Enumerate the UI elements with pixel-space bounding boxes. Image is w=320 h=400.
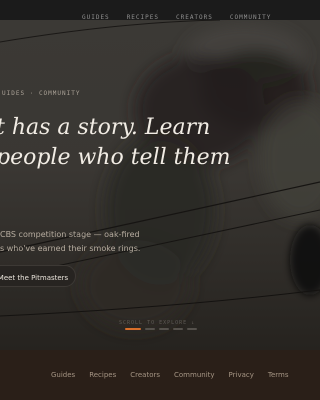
breadcrumb: UIDES · COMMUNITY: [2, 90, 80, 97]
footer-link-privacy[interactable]: Privacy: [229, 371, 254, 379]
slide-dot[interactable]: [173, 328, 183, 330]
slide-dot[interactable]: [145, 328, 155, 330]
slide-indicator: [125, 328, 197, 330]
top-nav: GUIDES RECIPES CREATORS COMMUNITY: [0, 0, 320, 21]
hero-section: UIDES · COMMUNITY t has a story. Learn p…: [0, 20, 320, 350]
smoke-plume-background: [0, 20, 320, 330]
hero-subcopy-line-1: CBS competition stage — oak-fired: [0, 230, 140, 239]
hero-subcopy-line-2: s who've earned their smoke rings.: [0, 244, 141, 253]
top-nav-links: GUIDES RECIPES CREATORS COMMUNITY: [82, 14, 271, 21]
slide-dot[interactable]: [187, 328, 197, 330]
hero-headline-line-1: t has a story. Learn: [0, 115, 211, 140]
footer-links: Guides Recipes Creators Community Privac…: [51, 371, 289, 379]
nav-link-recipes[interactable]: RECIPES: [127, 14, 159, 21]
breadcrumb-guides[interactable]: UIDES: [2, 90, 25, 97]
hero-headline: t has a story. Learn people who tell the…: [0, 113, 231, 173]
breadcrumb-separator: ·: [29, 90, 35, 97]
footer-link-terms[interactable]: Terms: [268, 371, 289, 379]
scroll-hint: SCROLL TO EXPLORE ↓: [119, 320, 196, 326]
footer: Guides Recipes Creators Community Privac…: [0, 350, 320, 400]
nav-link-guides[interactable]: GUIDES: [82, 14, 110, 21]
slide-dot[interactable]: [125, 328, 141, 330]
hero-headline-line-2: people who tell them: [0, 145, 231, 170]
breadcrumb-community[interactable]: COMMUNITY: [39, 90, 81, 97]
footer-link-creators[interactable]: Creators: [130, 371, 160, 379]
nav-link-community[interactable]: COMMUNITY: [230, 14, 272, 21]
slide-dot[interactable]: [159, 328, 169, 330]
footer-link-guides[interactable]: Guides: [51, 371, 75, 379]
meet-pitmasters-button[interactable]: Meet the Pitmasters: [0, 265, 76, 287]
footer-link-recipes[interactable]: Recipes: [89, 371, 116, 379]
footer-link-community[interactable]: Community: [174, 371, 215, 379]
nav-link-creators[interactable]: CREATORS: [176, 14, 213, 21]
hero-subcopy: CBS competition stage — oak-fired s who'…: [0, 228, 140, 256]
